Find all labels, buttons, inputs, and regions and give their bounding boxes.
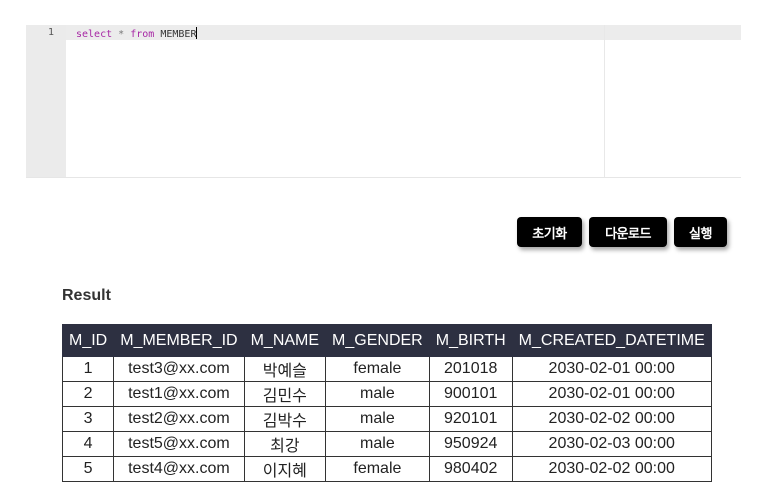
cell-birth: 900101: [428, 381, 513, 407]
cell-member-id: test1@xx.com: [113, 381, 245, 407]
cell-birth: 920101: [428, 406, 513, 432]
cell-member-id: test2@xx.com: [113, 406, 245, 432]
cell-m-id: 3: [61, 406, 115, 432]
line-number: 1: [47, 27, 54, 38]
editor-gutter: 1: [26, 25, 66, 177]
column-header: M_ID: [61, 324, 115, 357]
result-title: Result: [62, 287, 111, 304]
cell-gender: female: [325, 456, 430, 482]
table-header-row: M_ID M_MEMBER_ID M_NAME M_GENDER M_BIRTH…: [61, 324, 712, 357]
cell-name: 최강: [243, 431, 327, 457]
cell-member-id: test4@xx.com: [113, 456, 245, 482]
cell-created-datetime: 2030-02-01 00:00: [511, 381, 712, 407]
cell-created-datetime: 2030-02-01 00:00: [511, 356, 712, 382]
cell-member-id: test3@xx.com: [113, 356, 245, 382]
table-row: 3 test2@xx.com 김박수 male 920101 2030-02-0…: [61, 406, 712, 432]
reset-button[interactable]: 초기화: [517, 217, 582, 247]
sql-editor[interactable]: 1 select * from MEMBER: [26, 25, 741, 178]
cell-birth: 201018: [428, 356, 513, 382]
cell-name: 김민수: [243, 381, 327, 407]
sql-query-text[interactable]: select * from MEMBER: [76, 27, 198, 40]
download-button[interactable]: 다운로드: [589, 217, 667, 247]
cell-m-id: 1: [61, 356, 115, 382]
cell-created-datetime: 2030-02-03 00:00: [511, 431, 712, 457]
table-row: 5 test4@xx.com 이지혜 female 980402 2030-02…: [61, 456, 712, 482]
cell-created-datetime: 2030-02-02 00:00: [511, 456, 712, 482]
column-header: M_GENDER: [325, 324, 430, 357]
cell-m-id: 5: [61, 456, 115, 482]
cell-gender: male: [325, 381, 430, 407]
table-row: 2 test1@xx.com 김민수 male 900101 2030-02-0…: [61, 381, 712, 407]
cell-birth: 950924: [428, 431, 513, 457]
text-cursor: [196, 27, 198, 39]
cell-gender: male: [325, 406, 430, 432]
cell-name: 이지혜: [243, 456, 327, 482]
cell-m-id: 4: [61, 431, 115, 457]
query-star: *: [118, 29, 125, 40]
query-table-name: MEMBER: [160, 29, 197, 40]
column-header: M_CREATED_DATETIME: [511, 324, 712, 357]
keyword-select: select: [76, 29, 113, 40]
cell-m-id: 2: [61, 381, 115, 407]
cell-created-datetime: 2030-02-02 00:00: [511, 406, 712, 432]
print-margin: [604, 25, 605, 177]
table-row: 1 test3@xx.com 박예슬 female 201018 2030-02…: [61, 356, 712, 382]
column-header: M_BIRTH: [428, 324, 513, 357]
cell-birth: 980402: [428, 456, 513, 482]
cell-gender: female: [325, 356, 430, 382]
run-button[interactable]: 실행: [674, 217, 727, 247]
cell-gender: male: [325, 431, 430, 457]
column-header: M_NAME: [243, 324, 327, 357]
keyword-from: from: [130, 29, 155, 40]
result-table: M_ID M_MEMBER_ID M_NAME M_GENDER M_BIRTH…: [61, 324, 712, 482]
cell-member-id: test5@xx.com: [113, 431, 245, 457]
cell-name: 박예슬: [243, 356, 327, 382]
table-row: 4 test5@xx.com 최강 male 950924 2030-02-03…: [61, 431, 712, 457]
cell-name: 김박수: [243, 406, 327, 432]
column-header: M_MEMBER_ID: [113, 324, 245, 357]
